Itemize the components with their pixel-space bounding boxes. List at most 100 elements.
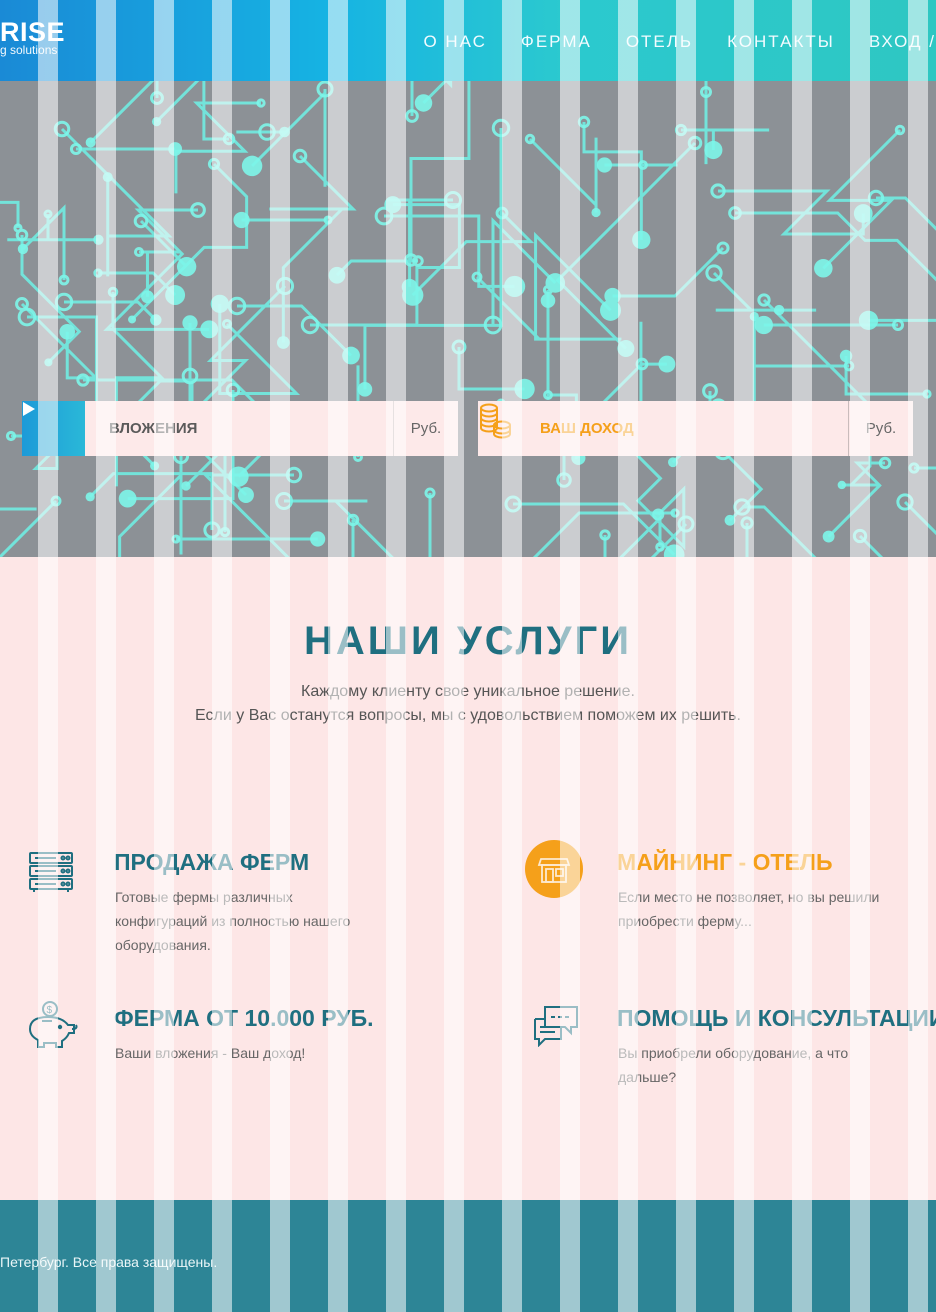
circuit-node (150, 314, 162, 326)
circuit-node (600, 299, 622, 321)
circuit-node (514, 378, 535, 400)
nav-login[interactable]: ВХОД / (869, 32, 936, 52)
nav-farm[interactable]: ФЕРМА (521, 32, 592, 52)
piggy-bank-icon: $ (22, 999, 82, 1056)
circuit-node (128, 315, 137, 324)
server-rack-icon (28, 851, 74, 898)
circuit-node (200, 320, 219, 339)
circuit-trace (428, 493, 432, 557)
circuit-trace (0, 200, 20, 228)
circuit-trace (844, 355, 927, 396)
play-button[interactable] (22, 401, 85, 456)
circuit-trace (21, 204, 66, 280)
circuit-node (310, 531, 326, 547)
circuit-trace (603, 535, 607, 557)
circuit-trace (60, 127, 173, 277)
circuit-node (176, 256, 197, 277)
investment-input[interactable]: ВЛОЖЕНИЯ (85, 420, 393, 437)
circuit-node (328, 266, 346, 284)
circuit-node (17, 243, 29, 255)
logo-subtitle: g solutions (0, 43, 58, 57)
circuit-node (839, 349, 853, 363)
service-text-farm-sales-3: оборудования. (115, 937, 211, 953)
services-subtitle-1: Каждому клиенту свое уникальное решение. (301, 683, 635, 700)
circuit-trace (384, 214, 515, 288)
circuit-node (724, 514, 736, 526)
circuit-node (814, 258, 833, 278)
circuit-trace (582, 122, 643, 240)
circuit-node (276, 336, 290, 349)
service-text-mining-hotel-1: Если место не позволяет, но вы решили (618, 889, 880, 905)
circuit-trace (89, 81, 159, 144)
circuit-node (591, 207, 601, 218)
circuit-node (150, 461, 160, 471)
investment-calculator: ВЛОЖЕНИЯ Руб. (22, 401, 458, 456)
site-footer: Петербург. Все права защищены. (0, 1200, 936, 1312)
service-title-mining-hotel[interactable]: МАЙНИНГ - ОТЕЛЬ (617, 849, 832, 876)
main-nav: О НАС ФЕРМА ОТЕЛЬ КОНТАКТЫ ВХОД / (389, 32, 936, 52)
site-header: RISE g solutions О НАС ФЕРМА ОТЕЛЬ КОНТА… (0, 0, 936, 81)
service-title-farm-price[interactable]: ФЕРМА ОТ 10.000 РУБ. (114, 1005, 374, 1032)
circuit-node (357, 382, 373, 397)
service-text-farm-sales-2: конфигураций из полностью нашего (115, 913, 351, 929)
circuit-node (85, 492, 95, 502)
circuit-trace (742, 505, 817, 557)
circuit-trace (284, 499, 394, 557)
circuit-node (228, 466, 249, 487)
service-title-help[interactable]: ПОМОЩЬ И КОНСУЛЬТАЦИИ (617, 1005, 936, 1032)
circuit-node (85, 137, 96, 148)
circuit-board-background (0, 81, 936, 557)
circuit-node (93, 234, 104, 245)
circuit-node (853, 204, 873, 223)
service-text-help-1: Вы приобрели оборудование, а что (618, 1045, 849, 1061)
circuit-trace (89, 472, 214, 530)
circuit-trace (827, 461, 885, 538)
hero-section: ВЛОЖЕНИЯ Руб. ВАШ ДОХОД Руб. (0, 81, 936, 557)
circuit-trace (721, 449, 764, 522)
nav-contacts[interactable]: КОНТАКТЫ (727, 32, 835, 52)
nav-about[interactable]: О НАС (423, 32, 486, 52)
circuit-node (704, 140, 723, 160)
circuit-node (668, 457, 678, 468)
circuit-node (749, 311, 759, 322)
circuit-node (182, 315, 198, 331)
circuit-trace (868, 196, 936, 322)
circuit-trace (528, 137, 598, 213)
circuit-trace (735, 211, 936, 282)
services-section: НАШИ УСЛУГИ Каждому клиенту свое уникаль… (0, 557, 936, 1200)
footer-copyright: Петербург. Все права защищены. (0, 1254, 218, 1270)
service-text-mining-hotel-2: приобрести ферму... (618, 913, 752, 929)
circuit-trace (0, 499, 58, 557)
circuit-node (181, 481, 191, 491)
svg-text:$: $ (47, 1005, 53, 1016)
circuit-trace (174, 101, 261, 194)
circuit-node (822, 530, 835, 543)
circuit-node (241, 155, 263, 177)
circuit-trace (822, 128, 902, 270)
circuit-node (632, 230, 651, 250)
service-text-farm-price-1: Ваши вложения - Ваш доход! (115, 1045, 306, 1061)
logo[interactable]: RISE g solutions (0, 18, 65, 56)
circuit-node (165, 285, 186, 305)
circuit-node (102, 172, 113, 183)
coins-icon (478, 401, 530, 456)
circuit-trace (681, 128, 770, 151)
circuit-node (342, 346, 360, 365)
circuit-node (279, 126, 290, 138)
circuit-trace (555, 141, 697, 350)
income-calculator: ВАШ ДОХОД Руб. (478, 401, 913, 456)
income-output[interactable]: ВАШ ДОХОД (530, 420, 848, 437)
circuit-trace (201, 473, 294, 557)
circuit-node (151, 116, 162, 127)
service-title-farm-sales[interactable]: ПРОДАЖА ФЕРМ (114, 849, 309, 876)
circuit-node (384, 196, 402, 214)
circuit-trace (237, 304, 353, 357)
circuit-node (118, 489, 137, 508)
store-icon (524, 839, 584, 904)
service-text-farm-sales-1: Готовые фермы различных (115, 889, 293, 905)
circuit-trace (387, 198, 453, 287)
circuit-node (858, 310, 879, 331)
circuit-node (170, 145, 181, 156)
logo-title: RISE (0, 17, 66, 47)
nav-hotel[interactable]: ОТЕЛЬ (626, 32, 693, 52)
